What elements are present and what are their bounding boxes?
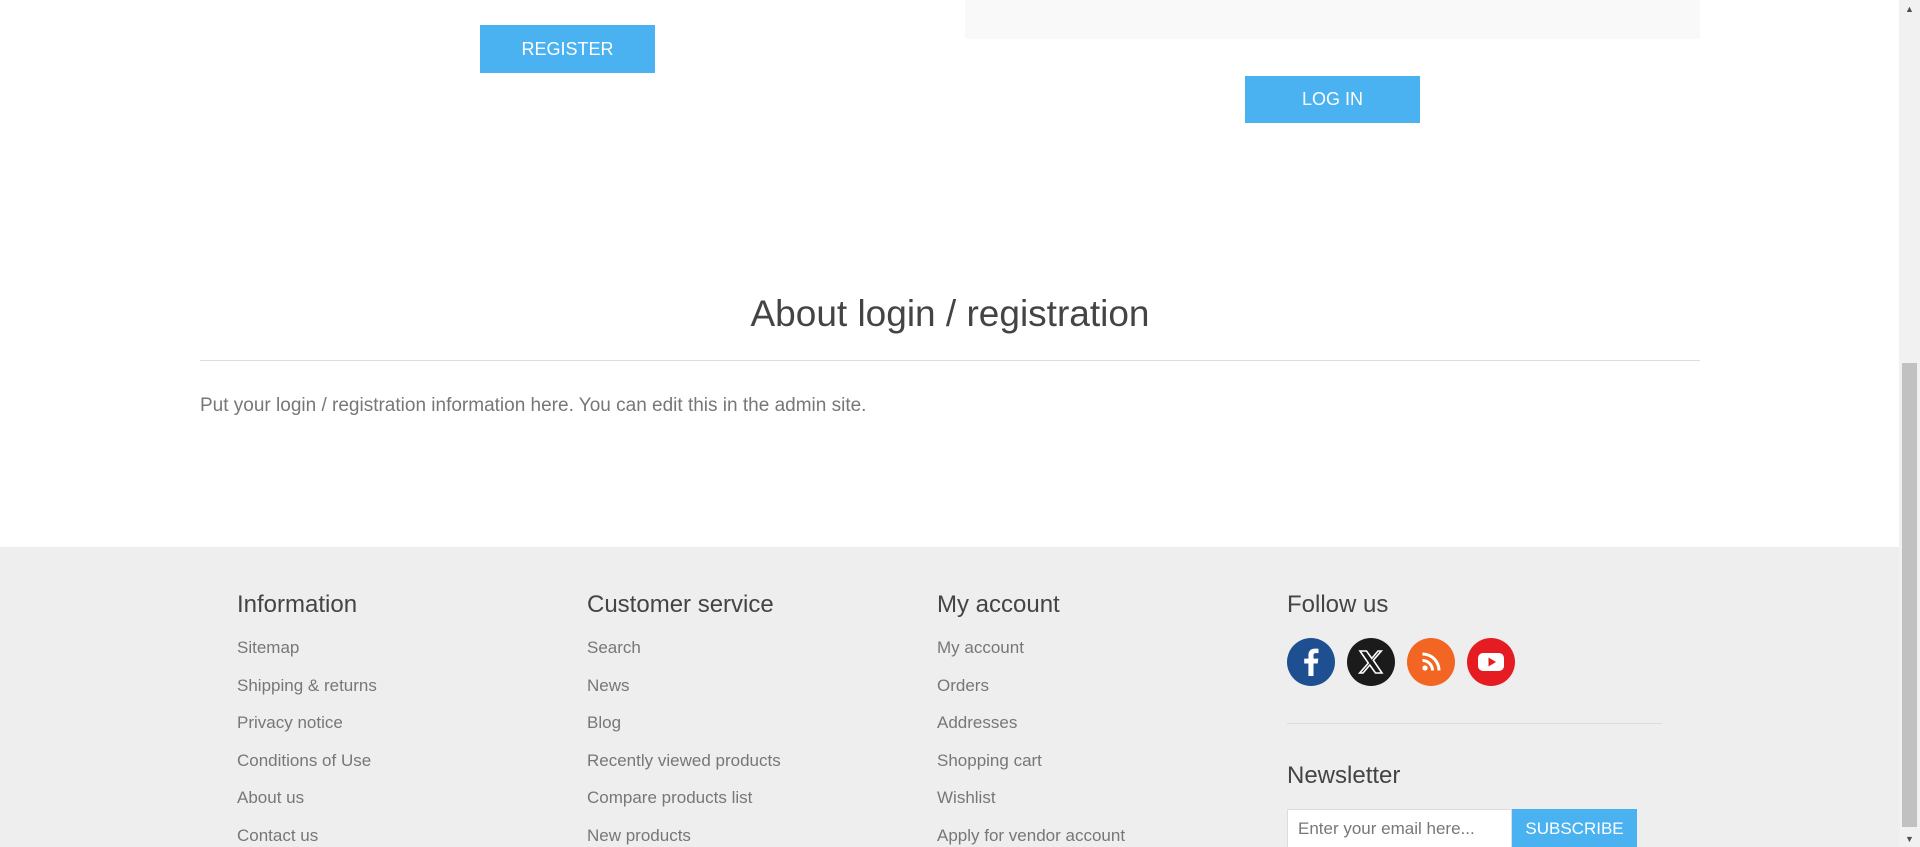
- footer-link-addresses[interactable]: Addresses: [937, 713, 1125, 751]
- footer-link-privacy-notice[interactable]: Privacy notice: [237, 713, 377, 751]
- footer-link-my-account[interactable]: My account: [937, 638, 1125, 676]
- scroll-up-arrow-icon[interactable]: ▲: [1899, 0, 1920, 17]
- footer-link-wishlist[interactable]: Wishlist: [937, 788, 1125, 826]
- login-button[interactable]: LOG IN: [1245, 76, 1420, 123]
- footer-link-search[interactable]: Search: [587, 638, 781, 676]
- page: REGISTER LOG IN About login / registrati…: [0, 0, 1899, 847]
- divider: [200, 360, 1700, 361]
- footer-customer-service: Customer service Search News Blog Recent…: [587, 591, 781, 847]
- register-button[interactable]: REGISTER: [480, 25, 655, 73]
- about-text: Put your login / registration informatio…: [200, 395, 867, 416]
- newsletter-title: Newsletter: [1287, 762, 1401, 789]
- vertical-scrollbar[interactable]: ▲ ▼: [1899, 0, 1920, 847]
- footer-link-contact-us[interactable]: Contact us: [237, 826, 377, 847]
- scroll-down-arrow-icon[interactable]: ▼: [1899, 830, 1920, 847]
- footer-information-title: Information: [237, 591, 358, 618]
- footer-link-conditions-of-use[interactable]: Conditions of Use: [237, 751, 377, 789]
- scrollbar-thumb[interactable]: [1902, 363, 1917, 827]
- footer-customer-service-title: Customer service: [587, 591, 774, 618]
- login-panel: [965, 0, 1700, 39]
- about-title: About login / registration: [750, 293, 1150, 334]
- footer-link-compare-products[interactable]: Compare products list: [587, 788, 781, 826]
- footer-link-vendor-account[interactable]: Apply for vendor account: [937, 826, 1125, 847]
- newsletter-email-input[interactable]: [1287, 809, 1512, 847]
- footer-information: Information Sitemap Shipping & returns P…: [237, 591, 377, 847]
- footer-link-recently-viewed[interactable]: Recently viewed products: [587, 751, 781, 789]
- facebook-icon[interactable]: [1287, 638, 1335, 686]
- subscribe-button[interactable]: SUBSCRIBE: [1512, 809, 1637, 847]
- footer-link-news[interactable]: News: [587, 676, 781, 714]
- footer-my-account-title: My account: [937, 591, 1060, 618]
- footer-link-sitemap[interactable]: Sitemap: [237, 638, 377, 676]
- footer-link-shipping-returns[interactable]: Shipping & returns: [237, 676, 377, 714]
- footer-my-account: My account My account Orders Addresses S…: [937, 591, 1125, 847]
- newsletter-form: SUBSCRIBE: [1287, 809, 1662, 847]
- rss-icon[interactable]: [1407, 638, 1455, 686]
- footer-link-about-us[interactable]: About us: [237, 788, 377, 826]
- footer-link-orders[interactable]: Orders: [937, 676, 1125, 714]
- divider: [1287, 723, 1662, 724]
- footer: Information Sitemap Shipping & returns P…: [0, 547, 1899, 847]
- footer-follow-us: Follow us Newsletter Enter your email he…: [1287, 591, 1662, 847]
- x-twitter-icon[interactable]: [1347, 638, 1395, 686]
- footer-link-blog[interactable]: Blog: [587, 713, 781, 751]
- social-links: [1287, 638, 1662, 686]
- youtube-icon[interactable]: [1467, 638, 1515, 686]
- footer-link-shopping-cart[interactable]: Shopping cart: [937, 751, 1125, 789]
- footer-follow-title: Follow us: [1287, 591, 1389, 618]
- footer-link-new-products[interactable]: New products: [587, 826, 781, 847]
